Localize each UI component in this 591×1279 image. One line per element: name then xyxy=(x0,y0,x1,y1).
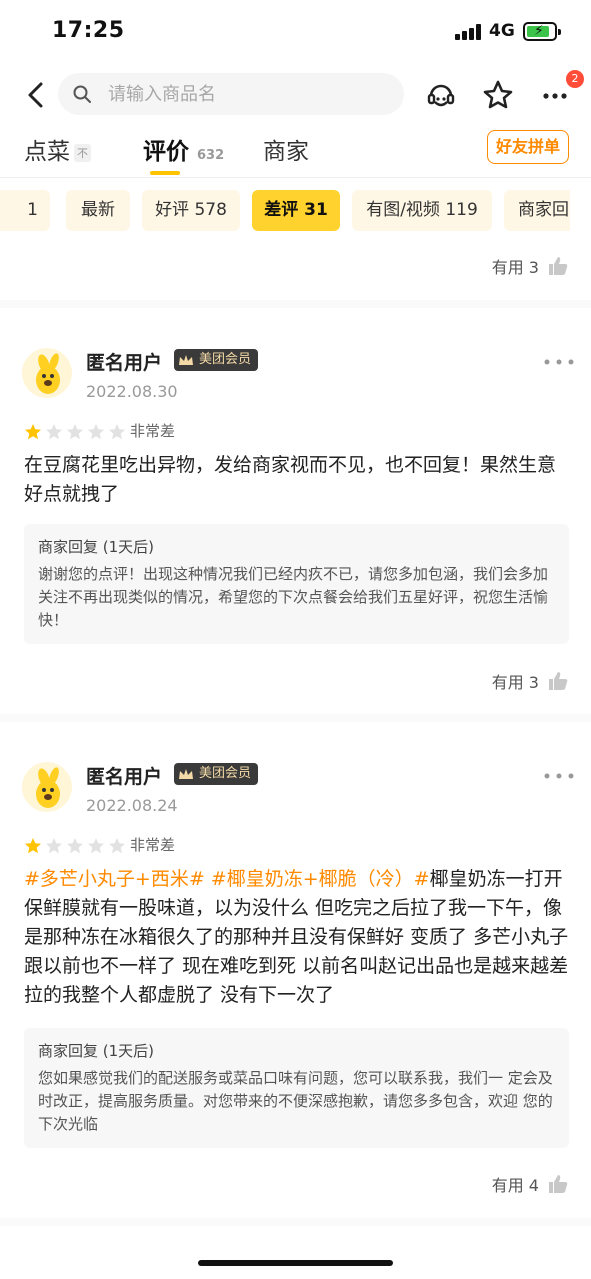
tab-reviews[interactable]: 评价 632 xyxy=(143,132,224,166)
review-hashtags[interactable]: #多芒小丸子+西米# #椰皇奶冻+椰脆（冷）# xyxy=(24,868,430,890)
reply-title: 商家回复 (1天后) xyxy=(38,538,155,556)
tab-reviews-label: 评价 xyxy=(143,139,189,165)
crown-icon xyxy=(179,355,193,365)
thumbs-up-icon xyxy=(549,672,568,690)
avatar[interactable] xyxy=(22,348,72,398)
review-card: 匿名用户 美团会员 2022.08.30 非常差 在豆腐花里吃出异物，发给商家视… xyxy=(0,348,591,708)
status-bar: 17:25 4G ⚡ xyxy=(0,0,591,64)
star-filled-icon xyxy=(25,838,41,854)
useful-button[interactable]: 有用 3 xyxy=(492,254,569,278)
star-empty-icon xyxy=(46,838,62,854)
network-type: 4G xyxy=(489,21,515,41)
tab-order-badge: 不 xyxy=(74,143,91,162)
tab-order[interactable]: 点菜不 xyxy=(24,132,91,166)
useful-label: 有用 3 xyxy=(491,258,539,277)
yellow-dog-avatar-icon xyxy=(36,767,60,808)
more-options-icon[interactable] xyxy=(543,358,575,366)
notification-badge: 2 xyxy=(566,70,584,88)
member-label: 美团会员 xyxy=(199,352,252,367)
yellow-dog-avatar-icon xyxy=(36,353,60,394)
clock: 17:25 xyxy=(52,18,125,43)
divider xyxy=(0,177,591,178)
merchant-reply: 商家回复 (1天后) 谢谢您的点评！出现这种情况我们已经内疚不已，请您多加包涵，… xyxy=(24,524,569,644)
thumbs-up-icon xyxy=(549,1175,568,1193)
useful-label: 有用 4 xyxy=(491,1176,539,1195)
filter-chip[interactable]: 1 xyxy=(0,190,50,231)
thumbs-up-icon xyxy=(549,257,568,275)
filter-chip-merchant-reply[interactable]: 商家回 xyxy=(504,190,570,231)
review-text: #多芒小丸子+西米# #椰皇奶冻+椰脆（冷）#椰皇奶冻一打开保鲜膜就有一股味道，… xyxy=(24,865,569,1010)
star-empty-icon xyxy=(88,838,104,854)
review-card: 匿名用户 美团会员 2022.08.24 非常差 #多芒小丸子+西米# #椰皇奶… xyxy=(0,762,591,1212)
reply-title: 商家回复 (1天后) xyxy=(38,1042,155,1060)
star-empty-icon xyxy=(67,424,83,440)
section-separator xyxy=(0,714,591,722)
tab-merchant-label: 商家 xyxy=(263,139,309,165)
username[interactable]: 匿名用户 xyxy=(86,348,162,375)
review-date: 2022.08.24 xyxy=(86,796,178,815)
star-empty-icon xyxy=(109,838,125,854)
group-order-button[interactable]: 好友拼单 xyxy=(487,130,569,164)
search-icon xyxy=(73,85,91,103)
star-empty-icon xyxy=(67,838,83,854)
battery-icon: ⚡ xyxy=(523,22,561,41)
review-filters: 1 最新 好评 578 差评 31 有图/视频 119 商家回 xyxy=(0,190,591,232)
tab-merchant[interactable]: 商家 xyxy=(263,132,309,166)
tab-order-label: 点菜 xyxy=(24,139,70,165)
filter-chip-negative[interactable]: 差评 31 xyxy=(252,190,340,231)
crown-icon xyxy=(179,769,193,779)
section-separator xyxy=(0,1218,591,1226)
rating-label: 非常差 xyxy=(130,422,176,440)
filter-chip-positive[interactable]: 好评 578 xyxy=(142,190,240,231)
reply-text: 您如果感觉我们的配送服务或菜品口味有问题，您可以联系我，我们一 定会及时改正，提… xyxy=(38,1069,553,1133)
search-input[interactable] xyxy=(108,73,388,115)
star-empty-icon xyxy=(88,424,104,440)
signal-icon xyxy=(455,24,483,40)
star-filled-icon xyxy=(25,424,41,440)
tab-active-indicator xyxy=(150,171,180,175)
review-text: 在豆腐花里吃出异物，发给商家视而不见，也不回复！果然生意好点就拽了 xyxy=(24,454,557,505)
review-date: 2022.08.30 xyxy=(86,382,178,401)
star-rating xyxy=(24,837,126,855)
more-options-icon[interactable] xyxy=(543,772,575,780)
member-label: 美团会员 xyxy=(199,766,252,781)
home-indicator[interactable] xyxy=(198,1260,393,1266)
star-favorite-icon[interactable] xyxy=(481,78,515,112)
star-rating xyxy=(24,423,126,441)
useful-button[interactable]: 有用 3 xyxy=(492,669,569,693)
tab-bar: 点菜不 评价 632 商家 好友拼单 xyxy=(0,124,591,176)
section-separator xyxy=(0,300,591,308)
member-badge: 美团会员 xyxy=(174,763,259,785)
avatar[interactable] xyxy=(22,762,72,812)
customer-service-icon[interactable] xyxy=(424,78,458,112)
filter-chip-latest[interactable]: 最新 xyxy=(66,190,130,231)
merchant-reply: 商家回复 (1天后) 您如果感觉我们的配送服务或菜品口味有问题，您可以联系我，我… xyxy=(24,1028,569,1148)
back-arrow-icon[interactable] xyxy=(22,80,52,110)
reply-text: 谢谢您的点评！出现这种情况我们已经内疚不已，请您多加包涵，我们会多加关注不再出现… xyxy=(38,565,549,629)
star-empty-icon xyxy=(46,424,62,440)
star-empty-icon xyxy=(109,424,125,440)
filter-chip-media[interactable]: 有图/视频 119 xyxy=(352,190,492,231)
tab-reviews-count: 632 xyxy=(197,148,225,163)
useful-label: 有用 3 xyxy=(491,673,539,692)
username[interactable]: 匿名用户 xyxy=(86,762,162,789)
top-nav: 2 xyxy=(0,70,591,120)
rating-label: 非常差 xyxy=(130,836,176,854)
search-bar[interactable] xyxy=(58,73,404,115)
member-badge: 美团会员 xyxy=(174,349,259,371)
useful-button[interactable]: 有用 4 xyxy=(492,1172,569,1196)
